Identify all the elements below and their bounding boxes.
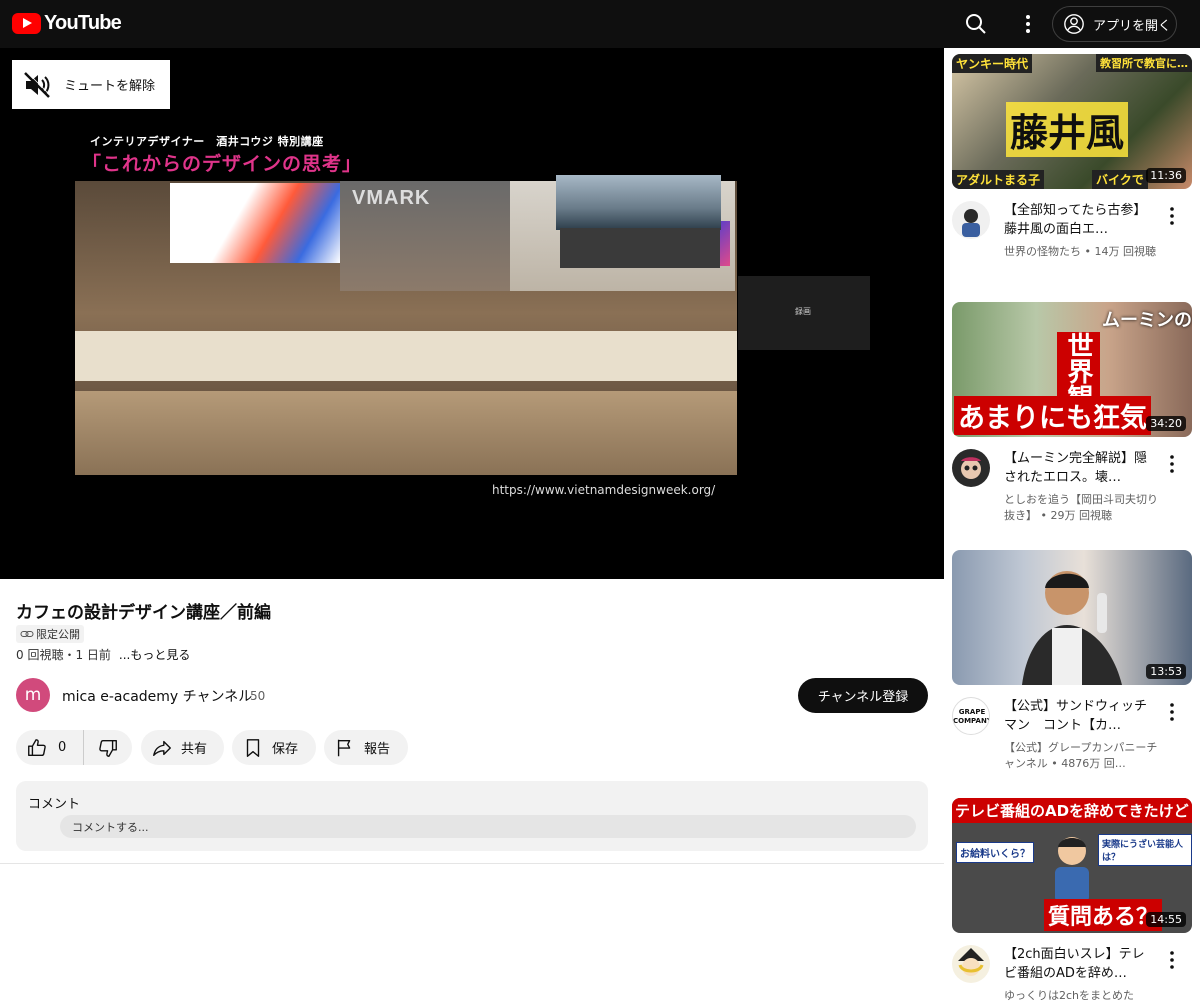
share-label: 共有 xyxy=(181,742,208,757)
open-app-label: アプリを開く xyxy=(1093,18,1172,34)
video-meta: 0 回視聴・1 日前 ...もっと見る xyxy=(16,646,190,663)
stage-screen-left xyxy=(170,183,340,263)
link-icon xyxy=(20,631,34,637)
like-dislike-group: 0 xyxy=(16,730,132,765)
recommended-title[interactable]: 【2ch面白いスレ】テレビ番組のADを辞め… xyxy=(1004,945,1154,983)
thumb-caption: アダルトまる子 xyxy=(952,170,1045,189)
seminar-tables xyxy=(75,391,737,475)
thumb-caption: 藤井風 xyxy=(1006,102,1129,157)
thumb-caption: ヤンキー時代 xyxy=(952,54,1033,73)
thumbs-up-icon xyxy=(28,738,46,756)
channel-name[interactable]: mica e-academy チャンネル xyxy=(62,686,252,706)
duration-badge: 14:55 xyxy=(1146,912,1186,927)
video-player[interactable]: インテリアデザイナー 酒井コウジ 特別講座 「これからのデザインの思考」 VMA… xyxy=(0,48,944,579)
thumb-caption: テレビ番組のADを辞めてきたけど xyxy=(952,798,1192,823)
thumb-caption: バイクで xyxy=(1092,170,1148,189)
top-app-bar: YouTube アプリを開く xyxy=(0,0,1200,48)
slide-subtitle: インテリアデザイナー 酒井コウジ 特別講座 xyxy=(90,135,324,148)
duration-badge: 34:20 xyxy=(1146,416,1186,431)
person-illustration xyxy=(1022,571,1122,685)
share-button[interactable]: 共有 xyxy=(141,730,224,765)
video-thumbnail[interactable]: ムーミンの 世界観 あまりにも狂気 34:20 xyxy=(952,302,1192,437)
unmute-label: ミュートを解除 xyxy=(64,79,156,94)
share-icon xyxy=(153,740,171,756)
visibility-label: 限定公開 xyxy=(36,628,80,641)
unmute-button[interactable]: ミュートを解除 xyxy=(12,60,170,109)
thumb-caption: 実際にうざい芸能人は？ xyxy=(1098,834,1192,866)
channel-avatar-text: GRAPE COMPANY xyxy=(953,708,990,725)
comment-input[interactable]: コメントする... xyxy=(60,815,916,838)
account-icon xyxy=(1064,14,1084,34)
like-button[interactable]: 0 xyxy=(16,730,84,765)
divider xyxy=(0,863,944,864)
recommended-video[interactable]: テレビ番組のADを辞めてきたけど お給料いくら？ 実際にうざい芸能人は？ 質問あ… xyxy=(952,798,1192,1002)
channel-avatar[interactable] xyxy=(952,449,990,487)
thumb-caption: あまりにも狂気 xyxy=(954,396,1151,435)
side-panel-text: 録画 xyxy=(795,307,811,316)
open-app-button[interactable]: アプリを開く xyxy=(1052,6,1177,42)
show-more-link[interactable]: ...もっと見る xyxy=(119,648,190,662)
recommended-meta: 【公式】グレープカンパニーチャンネル • 4876万 回… xyxy=(1004,741,1158,770)
slide-url: https://www.vietnamdesignweek.org/ xyxy=(492,483,716,497)
muted-speaker-icon xyxy=(24,70,51,98)
dislike-button[interactable] xyxy=(84,730,132,765)
thumb-caption: ムーミンの xyxy=(1102,310,1192,331)
recommended-title[interactable]: 【全部知ってたら古参】藤井風の面白エ… xyxy=(1004,201,1154,239)
save-button[interactable]: 保存 xyxy=(232,730,316,765)
more-options-icon[interactable] xyxy=(1164,204,1180,228)
slide-title: 「これからのデザインの思考」 xyxy=(82,153,363,175)
video-title: カフェの設計デザイン講座／前編 xyxy=(16,603,271,623)
channel-avatar[interactable] xyxy=(952,201,990,239)
backdrop-logo-text: VMARK xyxy=(352,187,431,209)
more-options-icon[interactable] xyxy=(1164,452,1180,476)
more-options-icon[interactable] xyxy=(1018,12,1038,36)
video-thumbnail[interactable]: テレビ番組のADを辞めてきたけど お給料いくら？ 実際にうざい芸能人は？ 質問あ… xyxy=(952,798,1192,933)
report-label: 報告 xyxy=(364,742,391,757)
thumbs-down-icon xyxy=(99,739,117,757)
recommended-title[interactable]: 【公式】サンドウィッチマン コント【カ… xyxy=(1004,697,1154,735)
thumb-caption: 教習所で教官に… xyxy=(1096,54,1192,72)
recommended-video[interactable]: ムーミンの 世界観 あまりにも狂気 34:20 【ムーミン完全解説】隠されたエロ… xyxy=(952,302,1192,532)
thumb-caption: お給料いくら？ xyxy=(956,842,1034,863)
stage-platform xyxy=(75,331,737,381)
view-count-date: 0 回視聴・1 日前 xyxy=(16,648,111,662)
brand-name: YouTube xyxy=(44,12,122,34)
more-options-icon[interactable] xyxy=(1164,948,1180,972)
inset-caption xyxy=(560,228,720,268)
duration-badge: 11:36 xyxy=(1146,168,1186,183)
channel-avatar[interactable]: m xyxy=(16,678,50,712)
visibility-badge: 限定公開 xyxy=(16,625,84,643)
recommended-meta: ゆっくりは2chをまとめた xyxy=(1004,989,1135,1002)
subscribe-button[interactable]: チャンネル登録 xyxy=(798,678,928,713)
inset-photo xyxy=(556,175,721,230)
side-panel: 録画 xyxy=(738,276,870,350)
thumb-caption: 質問ある？ xyxy=(1044,899,1163,931)
video-thumbnail[interactable]: ヤンキー時代 教習所で教官に… 藤井風 アダルトまる子 バイクで 11:36 xyxy=(952,54,1192,189)
flag-icon xyxy=(337,739,351,756)
comments-heading: コメント xyxy=(28,797,81,812)
search-icon[interactable] xyxy=(964,12,988,36)
recommended-video[interactable]: ヤンキー時代 教習所で教官に… 藤井風 アダルトまる子 バイクで 11:36 【… xyxy=(952,54,1192,284)
recommended-title[interactable]: 【ムーミン完全解説】隠されたエロス。壊… xyxy=(1004,449,1154,487)
person-illustration xyxy=(1055,837,1089,903)
subscriber-count: 50 xyxy=(250,689,266,703)
channel-avatar[interactable] xyxy=(952,945,990,983)
video-thumbnail[interactable]: 13:53 xyxy=(952,550,1192,685)
like-count: 0 xyxy=(58,740,67,755)
comments-section[interactable]: コメント コメントする... xyxy=(16,781,928,851)
more-options-icon[interactable] xyxy=(1164,700,1180,724)
recommended-meta: 世界の怪物たち • 14万 回視聴 xyxy=(1004,245,1156,258)
youtube-play-icon xyxy=(12,13,41,34)
recommended-meta: としおを追う【岡田斗司夫切り抜き】 • 29万 回視聴 xyxy=(1004,493,1158,522)
duration-badge: 13:53 xyxy=(1146,664,1186,679)
recommended-video[interactable]: 13:53 GRAPE COMPANY 【公式】サンドウィッチマン コント【カ…… xyxy=(952,550,1192,780)
youtube-logo[interactable]: YouTube xyxy=(12,12,122,35)
bookmark-icon xyxy=(246,738,260,757)
channel-avatar[interactable]: GRAPE COMPANY xyxy=(952,697,990,735)
report-button[interactable]: 報告 xyxy=(324,730,408,765)
save-label: 保存 xyxy=(272,742,299,757)
